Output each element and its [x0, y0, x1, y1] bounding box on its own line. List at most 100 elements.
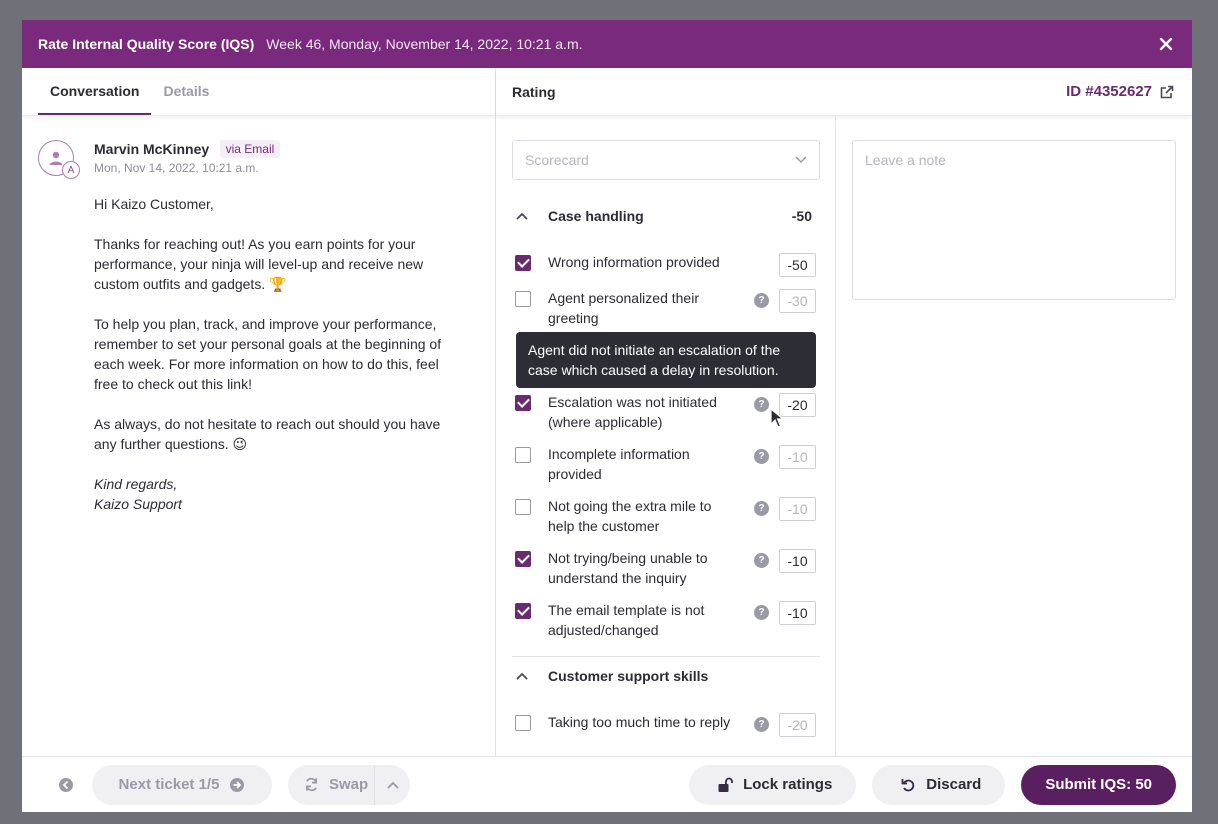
swap-icon	[305, 777, 318, 792]
mouse-cursor-icon	[770, 408, 784, 428]
help-icon[interactable]: ?	[754, 501, 769, 516]
previous-ticket-button[interactable]	[56, 775, 76, 795]
rating-header: Rating ID #4352627	[496, 68, 1192, 116]
item-label: Not going the extra mile to help the cus…	[548, 498, 712, 534]
item-checkbox[interactable]	[515, 255, 531, 271]
rating-item: Not going the extra mile to help the cus…	[512, 496, 820, 540]
lock-ratings-button[interactable]: Lock ratings	[689, 764, 857, 805]
item-score: -10	[779, 445, 816, 469]
item-label: Wrong information provided	[548, 254, 720, 270]
item-label: The email template is not adjusted/chang…	[548, 602, 705, 638]
item-checkbox[interactable]	[515, 395, 531, 411]
note-textarea[interactable]: Leave a note	[852, 140, 1176, 300]
swap-label: Swap	[329, 776, 369, 793]
arrow-left-circle-icon	[59, 777, 73, 792]
item-score: -20	[779, 713, 816, 737]
section-name: Customer support skills	[548, 668, 709, 684]
rating-item: The email template is not adjusted/chang…	[512, 600, 820, 644]
rating-item: Agent personalized their greeting ? -30	[512, 288, 820, 332]
signature-line: Kind regards,	[94, 476, 178, 492]
item-score: -10	[779, 549, 816, 573]
item-label: Not trying/being unable to understand th…	[548, 550, 708, 586]
section-name: Case handling	[548, 208, 644, 224]
message-greeting: Hi Kaizo Customer,	[94, 196, 214, 212]
modal-footer: Next ticket 1/5 Swap Lock ratings Discar…	[22, 756, 1192, 812]
modal-body: Conversation Details A Marvin McKinney v…	[22, 68, 1192, 756]
sender-name: Marvin McKinney	[94, 141, 210, 157]
item-label: Agent personalized their greeting	[548, 290, 699, 326]
message-paragraph: Thanks for reaching out! As you earn poi…	[94, 236, 424, 292]
chevron-down-icon	[795, 156, 807, 164]
chevron-up-icon	[512, 206, 532, 226]
swap-button[interactable]: Swap	[288, 765, 374, 805]
discard-label: Discard	[926, 776, 982, 793]
arrow-right-circle-icon	[230, 777, 245, 792]
signature-line: Kaizo Support	[94, 496, 182, 512]
item-checkbox[interactable]	[515, 603, 531, 619]
item-checkbox[interactable]	[515, 499, 531, 515]
item-checkbox[interactable]	[515, 447, 531, 463]
note-placeholder: Leave a note	[865, 152, 946, 168]
section-divider	[512, 656, 820, 657]
scorecard-select[interactable]: Scorecard	[512, 140, 820, 180]
chevron-up-icon	[386, 781, 399, 789]
modal-title: Rate Internal Quality Score (IQS)	[38, 36, 255, 52]
message-header: Marvin McKinney via Email Mon, Nov 14, 2…	[94, 140, 281, 175]
help-tooltip: Agent did not initiate an escalation of …	[516, 332, 816, 388]
tab-bar: Conversation Details	[22, 68, 495, 116]
rating-item: Taking too much time to reply ? -20	[512, 712, 820, 756]
item-label: Escalation was not initiated (where appl…	[548, 394, 717, 430]
user-icon	[49, 151, 63, 165]
swap-options-button[interactable]	[375, 765, 410, 805]
help-icon[interactable]: ?	[754, 449, 769, 464]
item-score: -50	[779, 253, 816, 277]
discard-button[interactable]: Discard	[872, 764, 1006, 805]
rating-pane: Scorecard Case handling -50 Wrong inform…	[496, 116, 836, 756]
tab-details[interactable]: Details	[151, 68, 221, 115]
help-icon[interactable]: ?	[754, 717, 769, 732]
section-customer-support-skills[interactable]: Customer support skills	[512, 664, 820, 688]
next-ticket-button[interactable]: Next ticket 1/5	[92, 764, 272, 805]
item-checkbox[interactable]	[515, 715, 531, 731]
section-total: -50	[791, 208, 812, 224]
item-label: Taking too much time to reply	[548, 714, 731, 730]
section-case-handling[interactable]: Case handling -50	[512, 204, 820, 228]
external-link-icon	[1160, 85, 1174, 98]
rating-item: Incomplete information provided ? -10	[512, 444, 820, 488]
tab-conversation[interactable]: Conversation	[38, 68, 152, 115]
help-icon[interactable]: ?	[754, 397, 769, 412]
item-score: -10	[779, 601, 816, 625]
next-ticket-label: Next ticket 1/5	[118, 776, 220, 793]
help-icon[interactable]: ?	[754, 605, 769, 620]
avatar-badge: A	[62, 161, 80, 179]
item-score: -10	[779, 497, 816, 521]
item-checkbox[interactable]	[515, 551, 531, 567]
undo-icon	[901, 778, 915, 791]
item-score: -20	[779, 393, 816, 417]
ticket-id: ID #4352627	[1066, 83, 1152, 100]
scorecard-placeholder: Scorecard	[525, 152, 589, 168]
chevron-up-icon	[512, 666, 532, 686]
help-icon[interactable]: ?	[754, 293, 769, 308]
conversation-pane: Conversation Details A Marvin McKinney v…	[22, 68, 496, 756]
modal-header: Rate Internal Quality Score (IQS) Week 4…	[22, 20, 1192, 68]
rating-title: Rating	[512, 84, 556, 100]
submit-iqs-button[interactable]: Submit IQS: 50	[1021, 764, 1176, 805]
message-paragraph: As always, do not hesitate to reach out …	[94, 416, 441, 452]
channel-badge: via Email	[219, 140, 281, 158]
item-checkbox[interactable]	[515, 291, 531, 307]
ticket-id-link[interactable]: ID #4352627	[1066, 83, 1174, 100]
swap-button-group: Swap	[288, 764, 410, 805]
iqs-rating-modal: Rate Internal Quality Score (IQS) Week 4…	[22, 20, 1192, 812]
rating-item: Not trying/being unable to understand th…	[512, 548, 820, 592]
help-icon[interactable]: ?	[754, 553, 769, 568]
lock-ratings-label: Lock ratings	[743, 776, 833, 793]
unlock-icon	[718, 777, 733, 792]
close-icon[interactable]	[1156, 34, 1176, 54]
message-paragraph: To help you plan, track, and improve you…	[94, 316, 442, 392]
item-score: -30	[779, 289, 816, 313]
modal-subtitle: Week 46, Monday, November 14, 2022, 10:2…	[266, 36, 583, 52]
message-date: Mon, Nov 14, 2022, 10:21 a.m.	[94, 161, 259, 175]
message-body: Hi Kaizo Customer, Thanks for reaching o…	[94, 194, 464, 514]
item-label: Incomplete information provided	[548, 446, 690, 482]
